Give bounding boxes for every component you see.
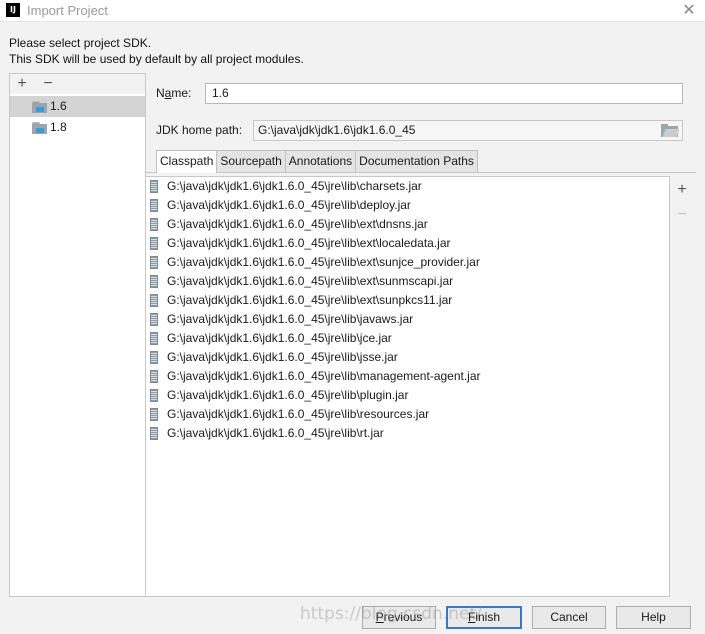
cancel-button[interactable]: Cancel — [532, 606, 606, 629]
tab-divider — [146, 172, 696, 173]
jdk-folder-icon — [32, 101, 47, 113]
name-label: Name: — [156, 86, 192, 100]
description-line-1: Please select project SDK. — [9, 36, 152, 50]
list-item[interactable]: G:\java\jdk\jdk1.6\jdk1.6.0_45\jre\lib\e… — [146, 215, 669, 234]
list-item[interactable]: G:\java\jdk\jdk1.6\jdk1.6.0_45\jre\lib\j… — [146, 329, 669, 348]
jdk-home-path-field: G:\java\jdk\jdk1.6\jdk1.6.0_45 — [253, 120, 683, 141]
sdk-item-1-6[interactable]: 1.6 — [10, 96, 145, 117]
window-title: Import Project — [27, 3, 108, 18]
jar-icon — [150, 180, 158, 193]
sdk-item-label: 1.8 — [50, 120, 67, 134]
sdk-toolbar: + − — [10, 74, 145, 94]
sdk-name-input[interactable]: 1.6 — [205, 83, 683, 104]
jar-icon — [150, 275, 158, 288]
list-item[interactable]: G:\java\jdk\jdk1.6\jdk1.6.0_45\jre\lib\c… — [146, 177, 669, 196]
previous-button[interactable]: Previous — [362, 606, 436, 629]
jar-icon — [150, 370, 158, 383]
jar-icon — [150, 199, 158, 212]
list-item[interactable]: G:\java\jdk\jdk1.6\jdk1.6.0_45\jre\lib\j… — [146, 348, 669, 367]
jar-icon — [150, 256, 158, 269]
classpath-list[interactable]: G:\java\jdk\jdk1.6\jdk1.6.0_45\jre\lib\c… — [146, 176, 670, 597]
list-item[interactable]: G:\java\jdk\jdk1.6\jdk1.6.0_45\jre\lib\d… — [146, 196, 669, 215]
title-bar: IJ Import Project ✕ — [0, 0, 705, 22]
jdk-home-label: JDK home path: — [156, 123, 243, 137]
jdk-home-path-value: G:\java\jdk\jdk1.6\jdk1.6.0_45 — [258, 123, 416, 137]
list-item[interactable]: G:\java\jdk\jdk1.6\jdk1.6.0_45\jre\lib\j… — [146, 310, 669, 329]
jar-icon — [150, 218, 158, 231]
sdk-list-panel: + − 1.6 1.8 — [9, 73, 146, 597]
jar-icon — [150, 332, 158, 345]
list-item[interactable]: G:\java\jdk\jdk1.6\jdk1.6.0_45\jre\lib\m… — [146, 367, 669, 386]
remove-sdk-button[interactable]: − — [39, 74, 57, 94]
list-item[interactable]: G:\java\jdk\jdk1.6\jdk1.6.0_45\jre\lib\e… — [146, 291, 669, 310]
list-item[interactable]: G:\java\jdk\jdk1.6\jdk1.6.0_45\jre\lib\p… — [146, 386, 669, 405]
help-button[interactable]: Help — [616, 606, 691, 629]
browse-folder-icon[interactable] — [661, 124, 680, 137]
jdk-folder-icon — [32, 122, 47, 134]
jar-icon — [150, 237, 158, 250]
tab-documentation-paths[interactable]: Documentation Paths — [355, 150, 478, 172]
list-item[interactable]: G:\java\jdk\jdk1.6\jdk1.6.0_45\jre\lib\r… — [146, 405, 669, 424]
jar-icon — [150, 408, 158, 421]
sdk-tabs: Classpath Sourcepath Annotations Documen… — [156, 150, 478, 173]
jar-icon — [150, 427, 158, 440]
close-icon[interactable]: ✕ — [679, 1, 699, 21]
finish-button[interactable]: Finish — [446, 606, 522, 629]
sdk-item-1-8[interactable]: 1.8 — [10, 117, 145, 138]
add-sdk-button[interactable]: + — [13, 74, 31, 94]
tab-classpath[interactable]: Classpath — [156, 150, 218, 173]
tab-annotations[interactable]: Annotations — [284, 150, 357, 172]
sdk-description: Please select project SDK. This SDK will… — [9, 35, 304, 67]
list-item[interactable]: G:\java\jdk\jdk1.6\jdk1.6.0_45\jre\lib\e… — [146, 234, 669, 253]
list-item[interactable]: G:\java\jdk\jdk1.6\jdk1.6.0_45\jre\lib\r… — [146, 424, 669, 443]
list-item[interactable]: G:\java\jdk\jdk1.6\jdk1.6.0_45\jre\lib\e… — [146, 272, 669, 291]
tab-sourcepath[interactable]: Sourcepath — [216, 150, 286, 172]
sdk-list: 1.6 1.8 — [10, 96, 145, 138]
remove-classpath-button[interactable]: − — [673, 206, 691, 224]
jar-icon — [150, 294, 158, 307]
jar-icon — [150, 313, 158, 326]
list-item[interactable]: G:\java\jdk\jdk1.6\jdk1.6.0_45\jre\lib\e… — [146, 253, 669, 272]
jar-icon — [150, 389, 158, 402]
sdk-item-label: 1.6 — [50, 99, 67, 113]
intellij-logo-icon: IJ — [6, 3, 20, 17]
description-line-2: This SDK will be used by default by all … — [9, 52, 304, 66]
add-classpath-button[interactable]: + — [673, 181, 691, 199]
jar-icon — [150, 351, 158, 364]
